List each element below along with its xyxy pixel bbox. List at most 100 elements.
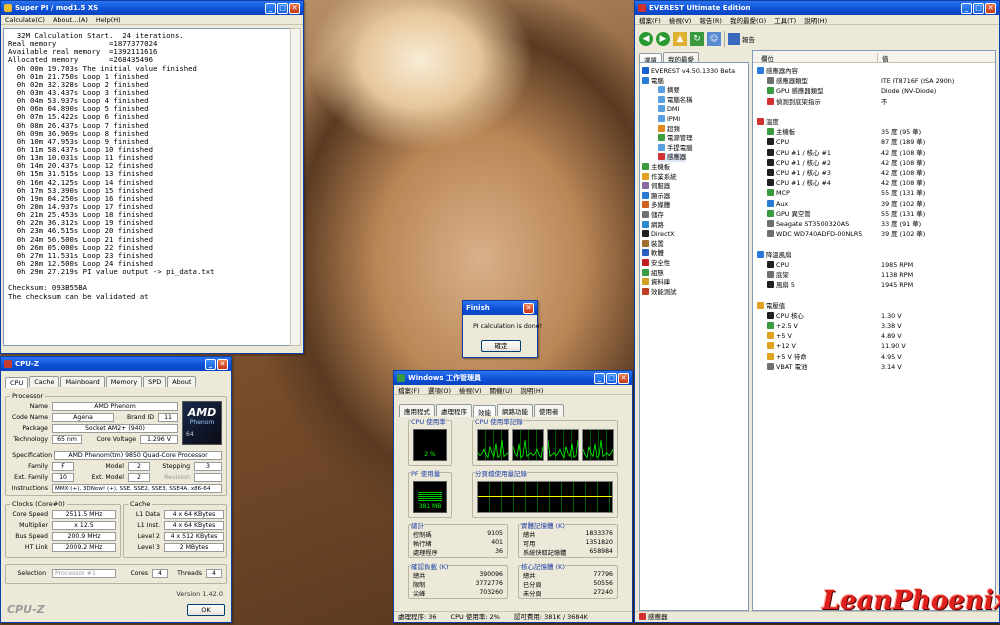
tree-item[interactable]: IPMI xyxy=(658,115,680,124)
sensor-row[interactable]: 偵測到底架指示 不 xyxy=(767,97,995,107)
menu-report[interactable]: 報告(R) xyxy=(699,15,722,25)
close-icon[interactable]: ✕ xyxy=(985,2,996,14)
sensor-row[interactable]: MCP 55 度 (131 華) xyxy=(767,189,995,198)
sensor-section-header[interactable]: 溫度 xyxy=(757,118,985,127)
maximize-icon[interactable]: □ xyxy=(606,372,617,384)
tree-item[interactable]: 電腦 xyxy=(642,76,664,86)
minimize-icon[interactable]: _ xyxy=(961,2,972,14)
sensor-row[interactable]: GPU 感應器類型 Diode (NV-Diode) xyxy=(767,87,995,96)
cpuz-titlebar[interactable]: CPU-Z _ ✕ xyxy=(1,357,231,371)
menu-help[interactable]: Help(H) xyxy=(96,16,121,24)
tree-item[interactable]: 資料庫 xyxy=(642,278,670,287)
sensor-row[interactable]: Seagate ST3500320AS 33 度 (91 華) xyxy=(767,220,995,229)
tree-item[interactable]: 主機板 xyxy=(642,163,670,172)
tree-item[interactable]: 作業系統 xyxy=(642,172,677,182)
maximize-icon[interactable]: □ xyxy=(973,2,984,14)
sensor-row[interactable]: CPU 核心 1.30 V xyxy=(767,311,995,321)
superpi-titlebar[interactable]: Super PI / mod1.5 XS _ □ ✕ xyxy=(1,1,303,15)
refresh-icon[interactable]: ↻ xyxy=(690,32,704,46)
up-icon[interactable]: ▲ xyxy=(673,32,687,46)
menu-file[interactable]: 檔案(F) xyxy=(398,385,420,395)
col-value-header[interactable]: 值 xyxy=(877,53,889,63)
tree-item[interactable]: 安全性 xyxy=(642,259,670,268)
sensor-section-header[interactable]: 降溫風扇 xyxy=(757,250,985,260)
menu-tools[interactable]: 工具(T) xyxy=(774,15,796,25)
sensor-row[interactable]: VBAT 電池 3.14 V xyxy=(767,362,995,372)
sensor-row[interactable]: +5 V 4.89 V xyxy=(767,332,995,341)
tree-item[interactable]: DMI xyxy=(658,105,679,114)
sensor-row[interactable]: CPU 87 度 (189 華) xyxy=(767,138,995,147)
tab-memory[interactable]: Memory xyxy=(105,376,143,387)
sensor-row[interactable]: Aux 39 度 (102 華) xyxy=(767,199,995,209)
forward-icon[interactable]: ▶ xyxy=(656,32,670,46)
sensor-row[interactable]: +2.5 V 3.38 V xyxy=(767,322,995,331)
menu-options[interactable]: 選項(O) xyxy=(428,385,451,395)
sensor-row[interactable]: +12 V 11.90 V xyxy=(767,342,995,351)
tab-spd[interactable]: SPD xyxy=(143,376,167,387)
sensor-section-header[interactable]: 電壓值 xyxy=(757,301,985,311)
superpi-scrollbar[interactable] xyxy=(290,28,301,346)
tree-item[interactable]: 儲存 xyxy=(642,211,664,220)
col-item-header[interactable]: 欄位 xyxy=(761,53,774,63)
tab-cache[interactable]: Cache xyxy=(29,376,60,387)
back-icon[interactable]: ◀ xyxy=(639,32,653,46)
ok-button[interactable]: OK xyxy=(187,604,225,616)
sensor-row[interactable]: 風扇 5 1945 RPM xyxy=(767,281,995,290)
sensor-row[interactable]: 底架 1138 RPM xyxy=(767,271,995,280)
sensor-row[interactable]: CPU #1 / 核心 #2 42 度 (108 華) xyxy=(767,158,995,168)
menu-file[interactable]: 檔案(F) xyxy=(639,15,661,25)
tree-item[interactable]: 手提電腦 xyxy=(658,143,693,153)
tree-item[interactable]: 多媒體 xyxy=(642,201,670,210)
sensor-row[interactable]: CPU #1 / 核心 #1 42 度 (108 華) xyxy=(767,148,995,158)
menu-calculate[interactable]: Calculate(C) xyxy=(5,16,45,24)
sensor-section-header[interactable]: 感應器內容 xyxy=(757,67,985,76)
close-icon[interactable]: ✕ xyxy=(289,2,300,14)
tree-item[interactable]: 軟體 xyxy=(642,249,664,258)
sensor-row[interactable]: WDC WD740ADFD-00NLR5 39 度 (102 華) xyxy=(767,230,995,239)
menu-help[interactable]: 說明(H) xyxy=(804,15,827,25)
menu-view[interactable]: 檢視(V) xyxy=(669,15,692,25)
menu-view[interactable]: 檢視(V) xyxy=(459,385,482,395)
tree-item[interactable]: 效能測試 xyxy=(642,287,677,297)
menu-about[interactable]: About...(A) xyxy=(53,16,88,24)
close-icon[interactable]: ✕ xyxy=(217,358,228,370)
tree-item[interactable]: 組態 xyxy=(642,268,664,278)
tree-item[interactable]: 超頻 xyxy=(658,124,680,134)
tree-item[interactable]: 伺服器 xyxy=(642,182,670,191)
maximize-icon[interactable]: □ xyxy=(277,2,288,14)
sensor-row[interactable]: CPU 1985 RPM xyxy=(767,260,995,270)
menu-favorites[interactable]: 我的最愛(O) xyxy=(730,15,766,25)
tree-item[interactable]: 裝置 xyxy=(642,239,664,249)
minimize-icon[interactable]: _ xyxy=(205,358,216,370)
tree-item[interactable]: DirectX xyxy=(642,230,675,239)
sensor-row[interactable]: GPU 異空管 55 度 (131 華) xyxy=(767,209,995,219)
report-button[interactable]: 報告 xyxy=(728,33,755,45)
menu-shutdown[interactable]: 關機(U) xyxy=(490,385,513,395)
finish-ok-button[interactable]: 確定 xyxy=(481,340,521,352)
sensor-row[interactable]: CPU #1 / 核心 #3 42 度 (108 華) xyxy=(767,169,995,178)
tree-item[interactable]: 電源管理 xyxy=(658,134,693,143)
tab-about[interactable]: About xyxy=(167,376,197,387)
tab-mainboard[interactable]: Mainboard xyxy=(60,376,105,387)
tree-item[interactable]: EVEREST v4.50.1330 Beta xyxy=(642,67,735,76)
tree-item[interactable]: 顯示器 xyxy=(642,191,670,201)
selection-dropdown[interactable]: Processor #1 xyxy=(52,569,116,578)
taskmanager-titlebar[interactable]: Windows 工作管理員 _ □ ✕ xyxy=(394,371,632,385)
sensor-row[interactable]: +5 V 待命 4.95 V xyxy=(767,352,995,362)
sensor-row[interactable]: 主機板 35 度 (95 華) xyxy=(767,128,995,137)
superpi-output[interactable]: 32M Calculation Start. 24 iterations. Rea… xyxy=(3,28,291,346)
tab-users[interactable]: 使用者 xyxy=(534,404,564,417)
close-icon[interactable]: ✕ xyxy=(523,302,534,314)
tab-cpu[interactable]: CPU xyxy=(5,377,29,388)
menu-help[interactable]: 說明(H) xyxy=(520,385,543,395)
sensor-row[interactable]: 感應器類型 ITE IT8716F (ISA 290h) xyxy=(767,77,995,86)
everest-titlebar[interactable]: EVEREST Ultimate Edition _ □ ✕ xyxy=(635,1,999,15)
minimize-icon[interactable]: _ xyxy=(265,2,276,14)
finish-titlebar[interactable]: Finish ✕ xyxy=(463,301,537,315)
tree-item[interactable]: 摘要 xyxy=(658,86,680,95)
sensor-row[interactable]: CPU #1 / 核心 #4 42 度 (108 華) xyxy=(767,179,995,188)
close-icon[interactable]: ✕ xyxy=(618,372,629,384)
minimize-icon[interactable]: _ xyxy=(594,372,605,384)
user-icon[interactable]: ☺ xyxy=(707,32,721,46)
tree-item[interactable]: 感應器 xyxy=(658,153,687,163)
